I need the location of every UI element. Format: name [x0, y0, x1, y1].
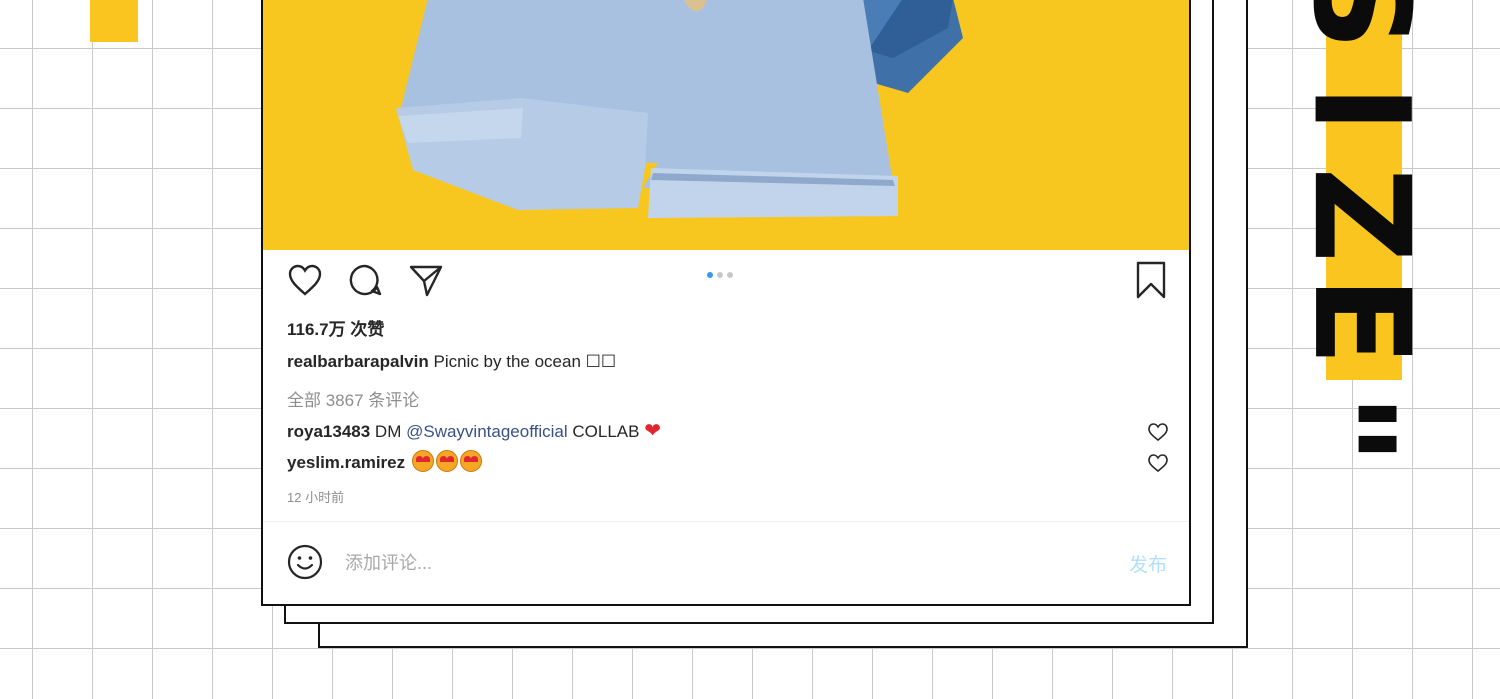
post-caption: realbarbarapalvin Picnic by the ocean ☐☐ [287, 352, 616, 372]
comment-icon[interactable] [345, 260, 385, 300]
comment-item: roya13483 DM @Swayvintageofficial COLLAB… [287, 418, 661, 443]
yellow-decor-block [90, 0, 138, 42]
carousel-dot[interactable] [717, 272, 723, 278]
heart-icon[interactable] [285, 260, 325, 300]
title-letter-z: Z [1284, 167, 1438, 263]
smiley-icon[interactable] [285, 542, 325, 582]
like-count[interactable]: 116.7万 次赞 [287, 315, 384, 340]
comment-username[interactable]: roya13483 [287, 422, 370, 441]
comment-text: COLLAB [572, 422, 640, 441]
view-all-comments-link[interactable]: 全部 3867 条评论 [287, 386, 419, 411]
vertical-title: S I Z E " [1259, 0, 1438, 590]
post-actions-bar [263, 260, 1189, 304]
comment-item: yeslim.ramirez [287, 450, 482, 473]
post-comment-button[interactable]: 发布 [1129, 550, 1167, 577]
heart-eyes-emoji [411, 450, 434, 472]
heart-eyes-emoji [435, 450, 458, 472]
caption-username[interactable]: realbarbarapalvin [287, 352, 429, 371]
title-quote-mark: " [1259, 392, 1423, 466]
carousel-dot[interactable] [727, 272, 733, 278]
red-heart-emoji: ❤ [644, 420, 661, 442]
title-letter-i: I [1284, 84, 1438, 134]
title-letter-e: E [1283, 275, 1438, 367]
comment-like-heart-icon[interactable] [1147, 453, 1169, 473]
instagram-post-card: 116.7万 次赞 realbarbarapalvin Picnic by th… [261, 0, 1191, 606]
bookmark-icon[interactable] [1131, 260, 1171, 300]
carousel-indicator [707, 272, 733, 278]
comment-text: DM [374, 422, 402, 441]
heart-eyes-emoji [459, 450, 482, 472]
share-icon[interactable] [406, 260, 446, 300]
caption-text: Picnic by the ocean ☐☐ [433, 352, 617, 371]
comment-mention-link[interactable]: @Swayvintageofficial [406, 422, 568, 441]
comment-username[interactable]: yeslim.ramirez [287, 453, 405, 472]
title-letter-s: S [1283, 0, 1438, 51]
post-image[interactable] [263, 0, 1189, 250]
post-photo-shorts [396, 0, 963, 218]
comment-like-heart-icon[interactable] [1147, 422, 1169, 442]
comment-input[interactable] [345, 546, 1045, 580]
add-comment-bar: 发布 [263, 521, 1189, 604]
carousel-dot[interactable] [707, 272, 713, 278]
post-timestamp: 12 小时前 [287, 490, 345, 505]
